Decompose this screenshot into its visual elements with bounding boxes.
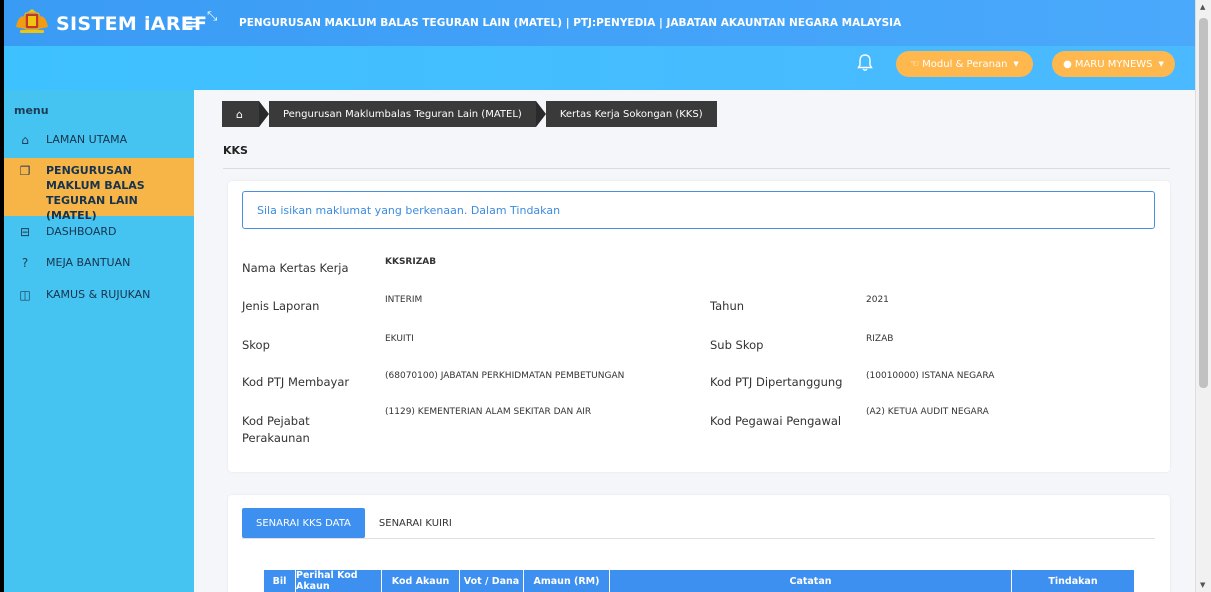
page-heading: PENGURUSAN MAKLUM BALAS TEGURAN LAIN (MA… <box>239 17 902 29</box>
tahun-label: Tahun <box>710 299 745 313</box>
kod-pejabat-perakaunan-value: (1129) KEMENTERIAN ALAM SEKITAR DAN AIR <box>385 407 592 417</box>
notice-box: Sila isikan maklumat yang berkenaan. Dal… <box>242 191 1155 229</box>
kod-ptj-membayar-value: (68070100) JABATAN PERKHIDMATAN PEMBETUN… <box>385 371 625 381</box>
breadcrumb-item-matel[interactable]: Pengurusan Maklumbalas Teguran Lain (MAT… <box>268 101 536 127</box>
jenis-laporan-value: INTERIM <box>385 295 423 305</box>
sidebar-item-meja-bantuan[interactable]: ? MEJA BANTUAN <box>4 256 194 270</box>
fullscreen-icon[interactable]: ⤡ <box>207 9 217 24</box>
kod-pegawai-pengawal-label: Kod Pegawai Pengawal <box>710 414 842 428</box>
skop-label: Skop <box>242 338 270 352</box>
sidebar-heading: menu <box>14 104 49 117</box>
dashboard-icon: ⊟ <box>19 225 31 239</box>
scroll-down-icon[interactable]: ▼ <box>1200 581 1205 589</box>
column-header-kod-akaun[interactable]: Kod Akaun <box>382 570 460 592</box>
breadcrumb-item-kks[interactable]: Kertas Kerja Sokongan (KKS) <box>545 101 717 127</box>
tahun-value: 2021 <box>866 295 889 305</box>
tab-divider <box>242 538 1155 539</box>
sidebar-item-dashboard[interactable]: ⊟ DASHBOARD <box>4 225 194 239</box>
sidebar-item-label: KAMUS & RUJUKAN <box>46 288 151 301</box>
title-divider <box>223 168 1170 169</box>
column-header-vot-dana[interactable]: Vot / Dana <box>460 570 524 592</box>
column-header-perihal-kod-akaun[interactable]: Perihal Kod Akaun <box>296 570 382 592</box>
user-menu-button[interactable]: ● MARU MYNEWS ▼ <box>1052 51 1175 77</box>
kod-pejabat-perakaunan-label-line1: Kod Pejabat <box>242 414 310 428</box>
hand-pointer-icon: ☜ <box>910 58 920 70</box>
column-header-amaun[interactable]: Amaun (RM) <box>524 570 610 592</box>
page-title: KKS <box>223 144 248 157</box>
bell-icon[interactable] <box>857 54 873 72</box>
sidebar-item-laman-utama[interactable]: ⌂ LAMAN UTAMA <box>4 133 194 147</box>
sidebar-item-matel[interactable]: ❐ PENGURUSAN MAKLUM BALAS TEGURAN LAIN (… <box>4 158 194 222</box>
scrollbar-thumb[interactable] <box>1199 18 1208 388</box>
table-header-row: Bil Perihal Kod Akaun Kod Akaun Vot / Da… <box>264 570 1134 592</box>
book-icon: ◫ <box>19 288 31 302</box>
nama-kertas-kerja-label: Nama Kertas Kerja <box>242 261 349 275</box>
window-icon: ❐ <box>19 164 31 178</box>
app-frame: SISTEM iAREF ≡ ⤡ PENGURUSAN MAKLUM BALAS… <box>4 0 1195 592</box>
breadcrumb-home[interactable]: ⌂ <box>222 101 259 127</box>
home-icon: ⌂ <box>21 133 29 147</box>
sidebar-item-label: MEJA BANTUAN <box>46 256 131 269</box>
kod-ptj-dipertanggung-value: (10010000) ISTANA NEGARA <box>866 371 995 381</box>
modul-peranan-label: Modul & Peranan <box>922 58 1008 70</box>
nama-kertas-kerja-value: KKSRIZAB <box>385 257 437 267</box>
sub-skop-label: Sub Skop <box>710 338 764 352</box>
tab-senarai-kks-data[interactable]: SENARAI KKS DATA <box>242 508 365 538</box>
kod-ptj-dipertanggung-label: Kod PTJ Dipertanggung <box>710 375 843 389</box>
kks-detail-card: Sila isikan maklumat yang berkenaan. Dal… <box>228 181 1170 472</box>
sidebar-item-label: DASHBOARD <box>46 225 117 238</box>
sidebar: menu ⌂ LAMAN UTAMA ❐ PENGURUSAN MAKLUM B… <box>4 90 194 592</box>
column-header-tindakan[interactable]: Tindakan <box>1012 570 1134 592</box>
caret-down-icon: ▼ <box>1158 60 1164 68</box>
skop-value: EKUITI <box>385 334 414 344</box>
hamburger-menu-icon[interactable]: ≡ <box>182 10 199 34</box>
coat-of-arms-logo <box>16 9 48 33</box>
question-icon: ? <box>21 256 29 270</box>
breadcrumb: ⌂ Pengurusan Maklumbalas Teguran Lain (M… <box>222 101 717 127</box>
kod-ptj-membayar-label: Kod PTJ Membayar <box>242 375 350 389</box>
sidebar-item-kamus-rujukan[interactable]: ◫ KAMUS & RUJUKAN <box>4 288 194 302</box>
kks-list-card: SENARAI KKS DATA SENARAI KUIRI Bil Perih… <box>228 495 1170 592</box>
top-header: SISTEM iAREF ≡ ⤡ PENGURUSAN MAKLUM BALAS… <box>4 0 1195 90</box>
sidebar-item-label: PENGURUSAN MAKLUM BALAS TEGURAN LAIN (MA… <box>46 164 145 222</box>
column-header-bil[interactable]: Bil <box>264 570 296 592</box>
kod-pejabat-perakaunan-label-line2: Perakaunan <box>242 431 310 445</box>
breadcrumb-separator <box>258 101 269 127</box>
sub-skop-value: RIZAB <box>866 334 894 344</box>
sidebar-item-label: LAMAN UTAMA <box>46 133 128 146</box>
user-name-label: MARU MYNEWS <box>1074 58 1153 70</box>
scroll-up-icon[interactable]: ▲ <box>1200 3 1205 11</box>
breadcrumb-separator <box>535 101 546 127</box>
kod-pegawai-pengawal-value: (A2) KETUA AUDIT NEGARA <box>866 407 989 417</box>
jenis-laporan-label: Jenis Laporan <box>242 299 320 313</box>
modul-peranan-button[interactable]: ☜ Modul & Peranan ▼ <box>896 51 1033 77</box>
user-icon: ● <box>1063 58 1072 70</box>
caret-down-icon: ▼ <box>1013 60 1019 68</box>
tab-bar: SENARAI KKS DATA SENARAI KUIRI <box>242 508 466 538</box>
home-icon: ⌂ <box>236 107 243 121</box>
tab-senarai-kuiri[interactable]: SENARAI KUIRI <box>365 508 466 538</box>
page-scrollbar[interactable]: ▲ ▼ <box>1195 0 1211 592</box>
column-header-catatan[interactable]: Catatan <box>610 570 1012 592</box>
